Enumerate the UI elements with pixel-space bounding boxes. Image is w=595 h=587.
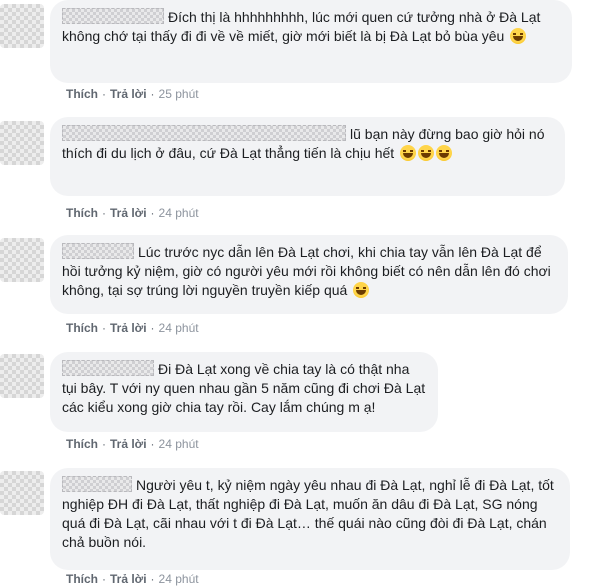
timestamp[interactable]: 24 phút [159,321,199,335]
like-link[interactable]: Thích [66,206,98,220]
blurred-author-name[interactable] [62,125,346,141]
comment-actions: Thích · Trả lời · 24 phút [66,572,199,586]
blurred-author-name[interactable] [62,360,154,376]
reply-link[interactable]: Trả lời [110,206,147,220]
comment-bubble: Người yêu t, kỷ niệm ngày yêu nhau đi Đà… [50,468,570,570]
comment-bubble: Đích thị là hhhhhhhhh, lúc mới quen cứ t… [50,0,572,83]
comment-bubble: lũ bạn này đừng bao giờ hỏi nó thích đi … [50,117,565,196]
blurred-author-name[interactable] [62,8,164,24]
avatar[interactable] [0,471,44,515]
comment-actions: Thích · Trả lời · 25 phút [66,87,199,101]
like-link[interactable]: Thích [66,321,98,335]
comment-actions: Thích · Trả lời · 24 phút [66,206,199,220]
timestamp[interactable]: 24 phút [159,437,199,451]
laughing-crying-emoji [400,145,417,161]
reply-link[interactable]: Trả lời [110,87,147,101]
comment-text: Người yêu t, kỷ niệm ngày yêu nhau đi Đà… [62,477,554,550]
like-link[interactable]: Thích [66,572,98,586]
timestamp[interactable]: 24 phút [159,206,199,220]
timestamp[interactable]: 25 phút [159,87,199,101]
avatar[interactable] [0,354,44,398]
comment-bubble: Đi Đà Lạt xong về chia tay là có thật nh… [50,352,438,432]
comment-actions: Thích · Trả lời · 24 phút [66,321,199,335]
comment-text: Lúc trước nyc dẫn lên Đà Lạt chơi, khi c… [62,244,551,298]
laughing-crying-emoji [353,282,370,298]
comment-actions: Thích · Trả lời · 24 phút [66,437,199,451]
avatar[interactable] [0,121,44,165]
avatar[interactable] [0,238,44,282]
laughing-crying-emoji [436,145,453,161]
like-link[interactable]: Thích [66,87,98,101]
laughing-crying-emoji [418,145,435,161]
comment-bubble: Lúc trước nyc dẫn lên Đà Lạt chơi, khi c… [50,235,568,314]
laughing-crying-emoji [510,28,527,44]
blurred-author-name[interactable] [62,476,132,492]
timestamp[interactable]: 24 phút [159,572,199,586]
avatar[interactable] [0,4,44,48]
blurred-author-name[interactable] [62,243,134,259]
like-link[interactable]: Thích [66,437,98,451]
reply-link[interactable]: Trả lời [110,572,147,586]
reply-link[interactable]: Trả lời [110,437,147,451]
reply-link[interactable]: Trả lời [110,321,147,335]
